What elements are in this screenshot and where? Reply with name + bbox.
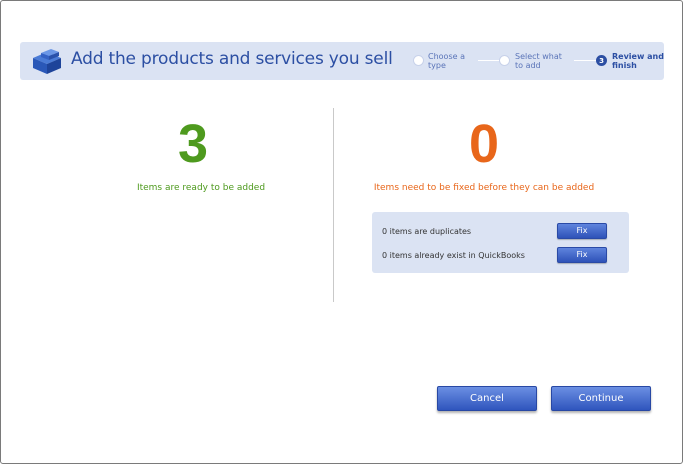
fix-duplicates-button[interactable]: Fix: [557, 223, 607, 239]
step-1-label-line2: type: [428, 61, 446, 70]
duplicates-row-label: 0 items are duplicates: [382, 227, 472, 236]
page-title: Add the products and services you sell: [71, 49, 393, 69]
step-connector: [478, 60, 500, 61]
step-2-label-line1: Select what: [515, 52, 562, 61]
step-2-indicator: [499, 55, 510, 66]
step-3-label-line2: finish: [612, 61, 637, 70]
cancel-button[interactable]: Cancel: [437, 386, 537, 411]
ready-caption: Items are ready to be added: [136, 183, 266, 193]
step-1-indicator: [413, 55, 424, 66]
pane-divider: [333, 108, 334, 302]
continue-button[interactable]: Continue: [551, 386, 651, 411]
header-banner: Add the products and services you sell: [20, 42, 664, 80]
step-3-label-line1: Review and: [612, 52, 664, 61]
step-connector: [574, 60, 596, 61]
dialog-window: Add the products and services you sell C…: [0, 0, 683, 464]
step-1-label-line1: Choose a: [428, 52, 465, 61]
fix-caption: Items need to be fixed before they can b…: [373, 183, 595, 193]
ready-count: 3: [177, 114, 209, 174]
step-2-label-line2: to add: [515, 61, 541, 70]
fix-existing-items-button[interactable]: Fix: [557, 247, 607, 263]
existing-items-row-label: 0 items already exist in QuickBooks: [382, 251, 525, 260]
product-boxes-icon: [33, 49, 61, 74]
fix-issues-panel: 0 items are duplicates Fix 0 items alrea…: [372, 212, 629, 273]
fix-count: 0: [468, 114, 500, 174]
step-3-indicator: 3: [596, 55, 607, 66]
